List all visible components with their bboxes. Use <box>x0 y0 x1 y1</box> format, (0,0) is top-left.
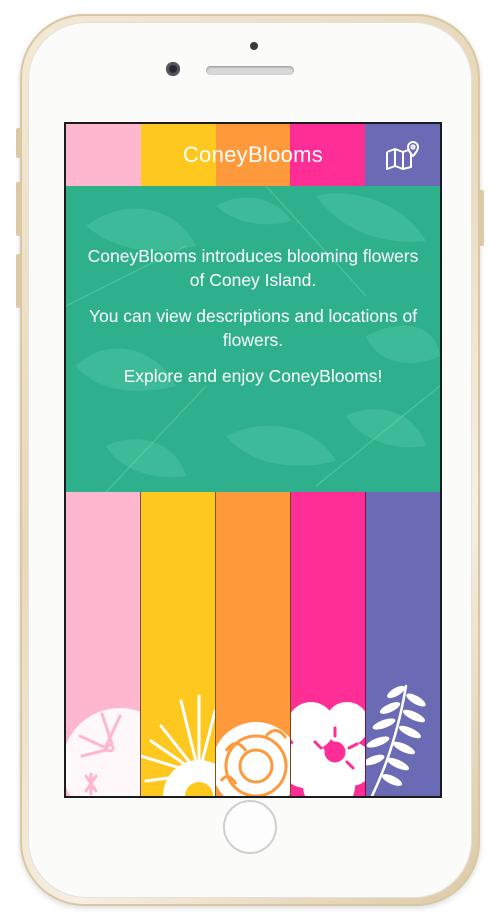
intro-line-2: You can view descriptions and locations … <box>88 306 418 350</box>
intro-text: ConeyBlooms introduces blooming flowers … <box>66 244 440 400</box>
intro-line-3: Explore and enjoy ConeyBlooms! <box>123 366 383 386</box>
power-button <box>479 190 484 246</box>
sensor-dot <box>250 42 258 50</box>
mute-switch <box>16 128 21 158</box>
category-fern[interactable] <box>366 492 440 796</box>
marigold-flower-icon <box>216 722 290 796</box>
earpiece-speaker <box>206 66 294 75</box>
front-camera <box>166 62 180 76</box>
map-pin-icon <box>385 141 419 170</box>
category-sand-dollar[interactable] <box>66 492 141 796</box>
intro-line-1: ConeyBlooms introduces blooming flowers … <box>87 246 419 290</box>
fern-leaf-icon <box>366 684 426 796</box>
rose-flower-icon <box>291 702 365 796</box>
home-button[interactable] <box>223 800 277 854</box>
volume-up-button <box>16 182 21 236</box>
app-screen: ConeyBlooms ConeyBlooms introduces bloom… <box>64 122 442 798</box>
screen-content: ConeyBlooms ConeyBlooms introduces bloom… <box>66 124 440 796</box>
category-rose[interactable] <box>291 492 366 796</box>
map-button[interactable] <box>365 124 440 186</box>
header-stripe-magenta <box>290 124 366 186</box>
daisy-flower-icon <box>141 694 215 796</box>
category-daisy[interactable] <box>141 492 216 796</box>
volume-down-button <box>16 254 21 308</box>
category-columns <box>66 492 440 796</box>
sand-dollar-icon <box>66 708 140 796</box>
header-stripe-pink <box>66 124 141 186</box>
intro-panel: ConeyBlooms introduces blooming flowers … <box>66 186 440 492</box>
header-stripe-yellow <box>140 124 216 186</box>
category-marigold[interactable] <box>216 492 291 796</box>
header-stripe-orange <box>215 124 291 186</box>
